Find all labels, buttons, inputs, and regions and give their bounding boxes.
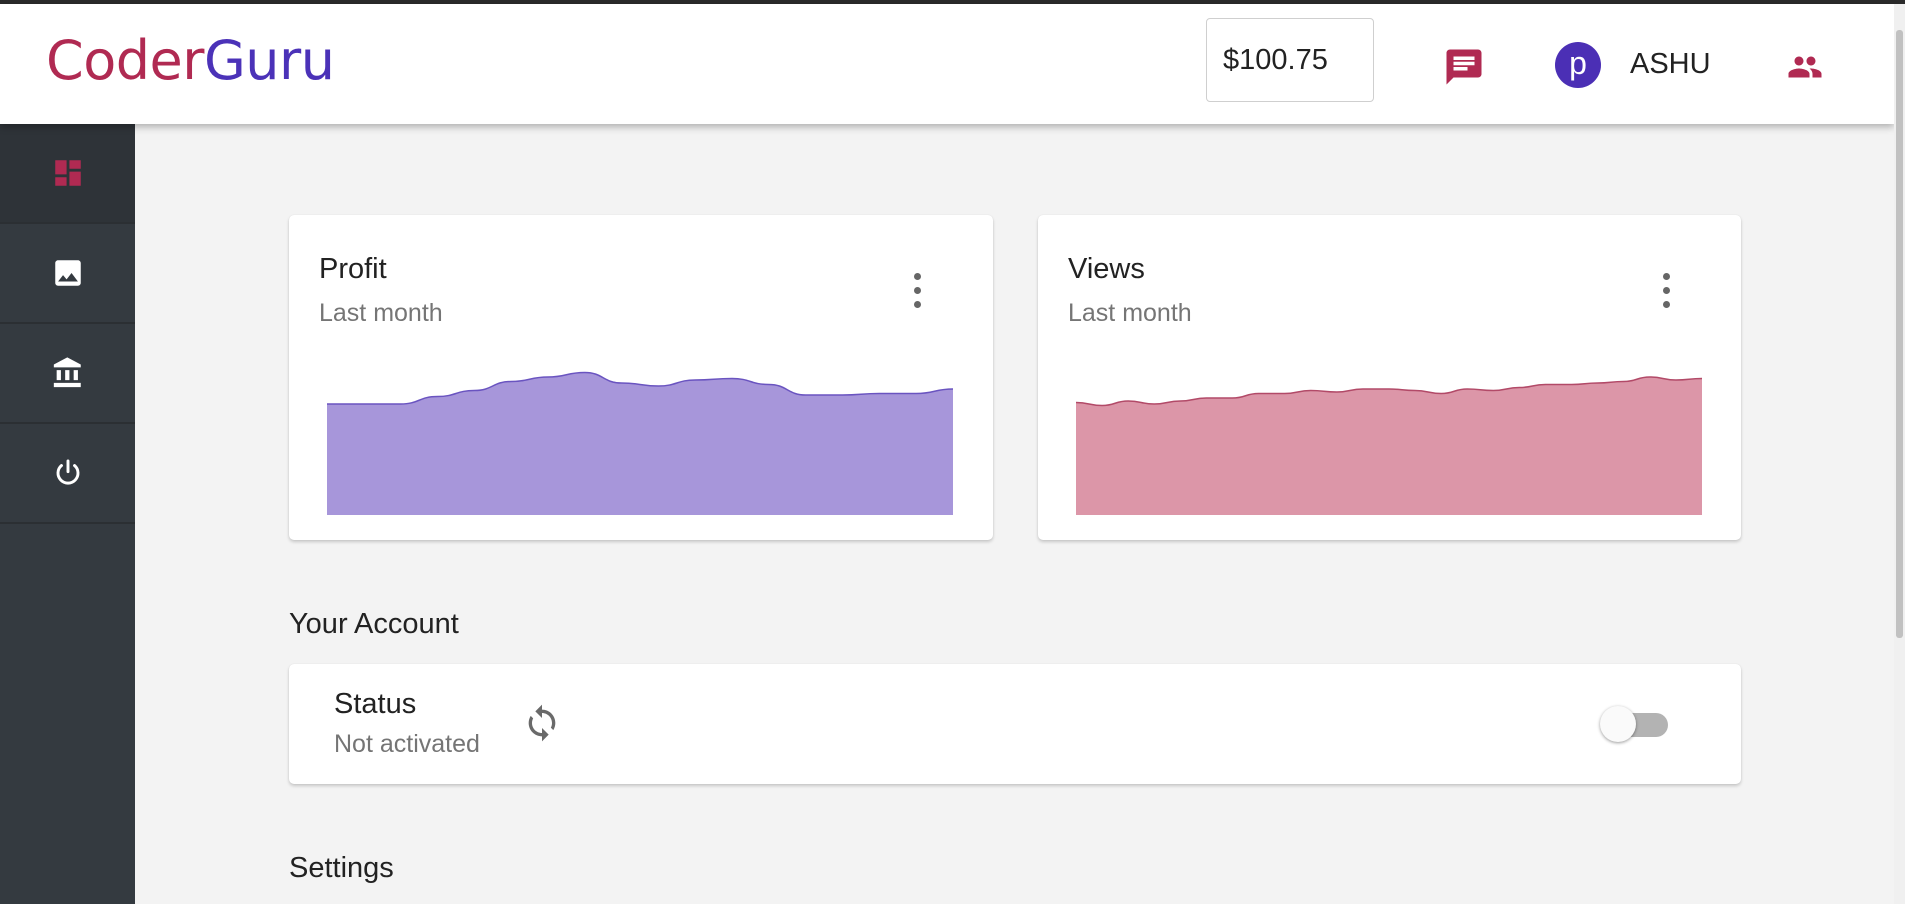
status-value: Not activated — [334, 730, 480, 758]
card-title: Views — [1068, 253, 1145, 285]
sidebar — [0, 124, 135, 904]
more-options-icon[interactable] — [1661, 273, 1671, 309]
dashboard-icon — [54, 160, 81, 186]
account-status-card: Status Not activated — [289, 664, 1741, 784]
logo-text-coder: Coder — [46, 29, 204, 92]
card-subtitle: Last month — [1068, 299, 1192, 327]
avatar[interactable]: p — [1555, 42, 1601, 88]
views-card: Views Last month — [1038, 215, 1741, 540]
settings-heading: Settings — [289, 852, 394, 884]
status-label: Status — [334, 688, 417, 720]
users-icon[interactable] — [1784, 49, 1826, 85]
chart-area — [1076, 377, 1702, 515]
message-icon[interactable] — [1443, 46, 1485, 88]
scrollbar-thumb[interactable] — [1896, 30, 1903, 638]
sidebar-item-bank[interactable] — [0, 324, 135, 424]
balance-display[interactable]: $100.75 — [1206, 18, 1374, 102]
card-subtitle: Last month — [319, 299, 443, 327]
your-account-heading: Your Account — [289, 608, 459, 640]
username-label[interactable]: ASHU — [1630, 48, 1711, 81]
sidebar-item-images[interactable] — [0, 224, 135, 324]
toggle-thumb — [1600, 706, 1636, 742]
sidebar-item-logout[interactable] — [0, 424, 135, 524]
sidebar-item-dashboard[interactable] — [0, 124, 135, 224]
app-logo[interactable]: CoderGuru — [46, 34, 335, 88]
top-header: CoderGuru $100.75 p ASHU — [0, 4, 1894, 124]
status-toggle[interactable] — [1600, 706, 1672, 742]
image-icon — [54, 260, 81, 286]
power-icon — [56, 459, 79, 485]
card-title: Profit — [319, 253, 387, 285]
logo-text-guru: Guru — [203, 29, 335, 92]
profit-area-chart — [327, 371, 953, 515]
profit-card: Profit Last month — [289, 215, 993, 540]
bank-icon — [53, 357, 81, 388]
views-area-chart — [1076, 376, 1702, 515]
more-options-icon[interactable] — [912, 273, 922, 309]
refresh-icon[interactable] — [522, 702, 562, 744]
